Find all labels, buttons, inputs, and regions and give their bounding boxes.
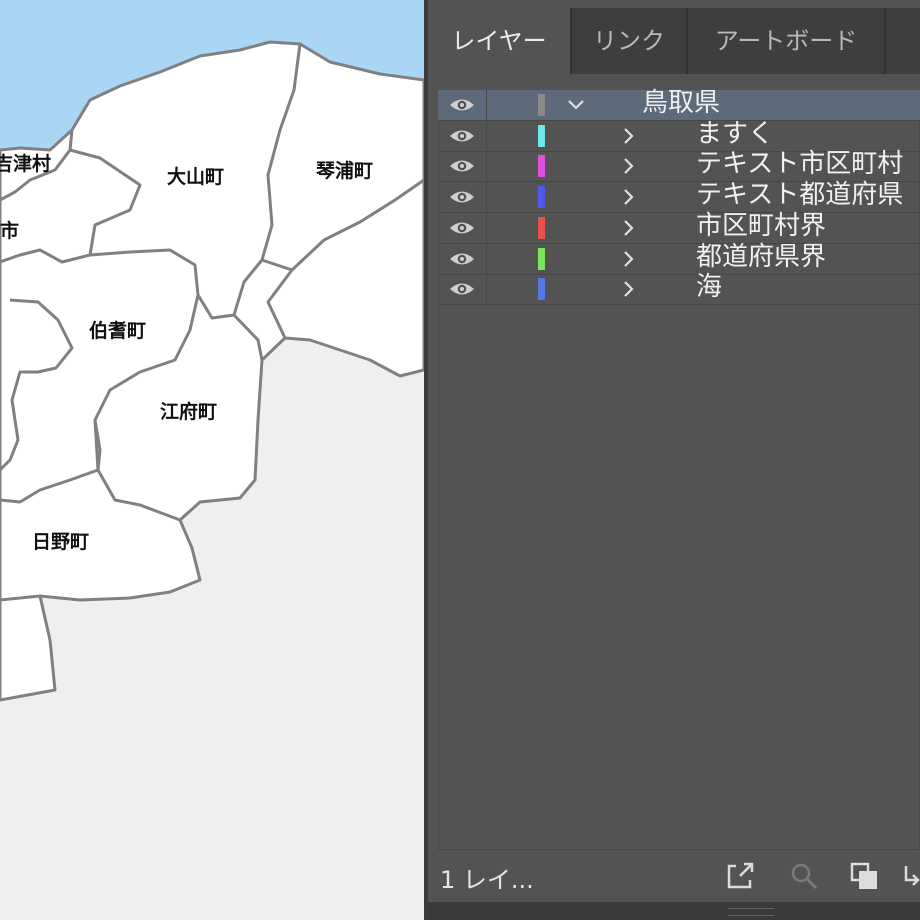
layer-name: テキスト市区町村 (696, 149, 904, 180)
visibility-eye-icon[interactable] (438, 243, 487, 274)
chevron-right-icon[interactable] (618, 213, 638, 243)
panel-tab-bar: レイヤー リンク アートボード (428, 8, 920, 74)
layer-color-swatch (538, 247, 545, 270)
map-label-hino: 日野町 (32, 531, 90, 553)
layer-row[interactable]: 鳥取県 (438, 88, 920, 121)
chevron-right-icon[interactable] (618, 244, 638, 274)
chevron-right-icon[interactable] (618, 182, 638, 212)
move-icon[interactable] (902, 860, 920, 896)
tab-artboards[interactable]: アートボード (688, 8, 886, 74)
chevron-down-icon[interactable] (566, 90, 586, 120)
tab-links[interactable]: リンク (572, 8, 688, 74)
chevron-right-icon[interactable] (618, 121, 638, 151)
layer-color-swatch (538, 278, 545, 301)
visibility-eye-icon[interactable] (438, 274, 487, 305)
layer-row[interactable]: テキスト市区町村 (438, 149, 920, 183)
panel-footer: 1 レイ... (428, 852, 920, 902)
layer-name: テキスト都道府県 (696, 180, 904, 211)
visibility-eye-icon[interactable] (438, 182, 487, 213)
visibility-eye-icon[interactable] (438, 90, 487, 120)
layer-color-swatch (538, 155, 545, 178)
layer-row[interactable]: テキスト都道府県 (438, 180, 920, 214)
layer-row[interactable]: ますく (438, 118, 920, 152)
layer-name: 鳥取県 (642, 88, 721, 118)
map-label-yonago-village: 吉津村 (0, 153, 52, 175)
layer-color-swatch (538, 216, 545, 239)
layer-count-label: 1 レイ... (440, 866, 534, 894)
panel-resize-bar[interactable] (428, 902, 920, 920)
chevron-right-icon[interactable] (618, 151, 638, 181)
layer-name: ますく (696, 118, 775, 149)
visibility-eye-icon[interactable] (438, 120, 487, 151)
layer-name: 市区町村界 (696, 210, 827, 241)
visibility-eye-icon[interactable] (438, 212, 487, 243)
map-canvas[interactable]: 吉津村大山町 琴浦町市伯耆町江府町日野町 (0, 0, 424, 920)
collect-icon[interactable] (848, 860, 880, 896)
map-label-daisen: 大山町 (167, 166, 225, 188)
layer-color-swatch (538, 124, 545, 147)
layer-row[interactable]: 海 (438, 272, 920, 306)
layer-color-swatch (538, 94, 545, 116)
chevron-right-icon[interactable] (618, 274, 638, 304)
layer-name: 都道府県界 (696, 241, 827, 272)
layer-row[interactable]: 市区町村界 (438, 210, 920, 244)
map-label-kofu: 江府町 (160, 401, 218, 423)
map-label-city: 市 (0, 220, 20, 242)
tab-layers[interactable]: レイヤー (428, 8, 572, 74)
export-icon[interactable] (724, 860, 756, 896)
map-label-hoki: 伯耆町 (89, 320, 147, 342)
layer-name: 海 (696, 272, 723, 303)
layer-row[interactable]: 都道府県界 (438, 241, 920, 275)
map-label-kotoura: 琴浦町 (316, 160, 374, 182)
resize-grip[interactable] (728, 908, 774, 916)
layers-panel: レイヤー リンク アートボード 鳥取県 ますく テキスト市区町村 テキスト都道府県 市区… (424, 0, 920, 920)
map-svg (0, 0, 424, 920)
layer-color-swatch (538, 186, 545, 209)
panel-left-border (424, 0, 428, 920)
visibility-eye-icon[interactable] (438, 151, 487, 182)
search-icon[interactable] (788, 860, 820, 896)
